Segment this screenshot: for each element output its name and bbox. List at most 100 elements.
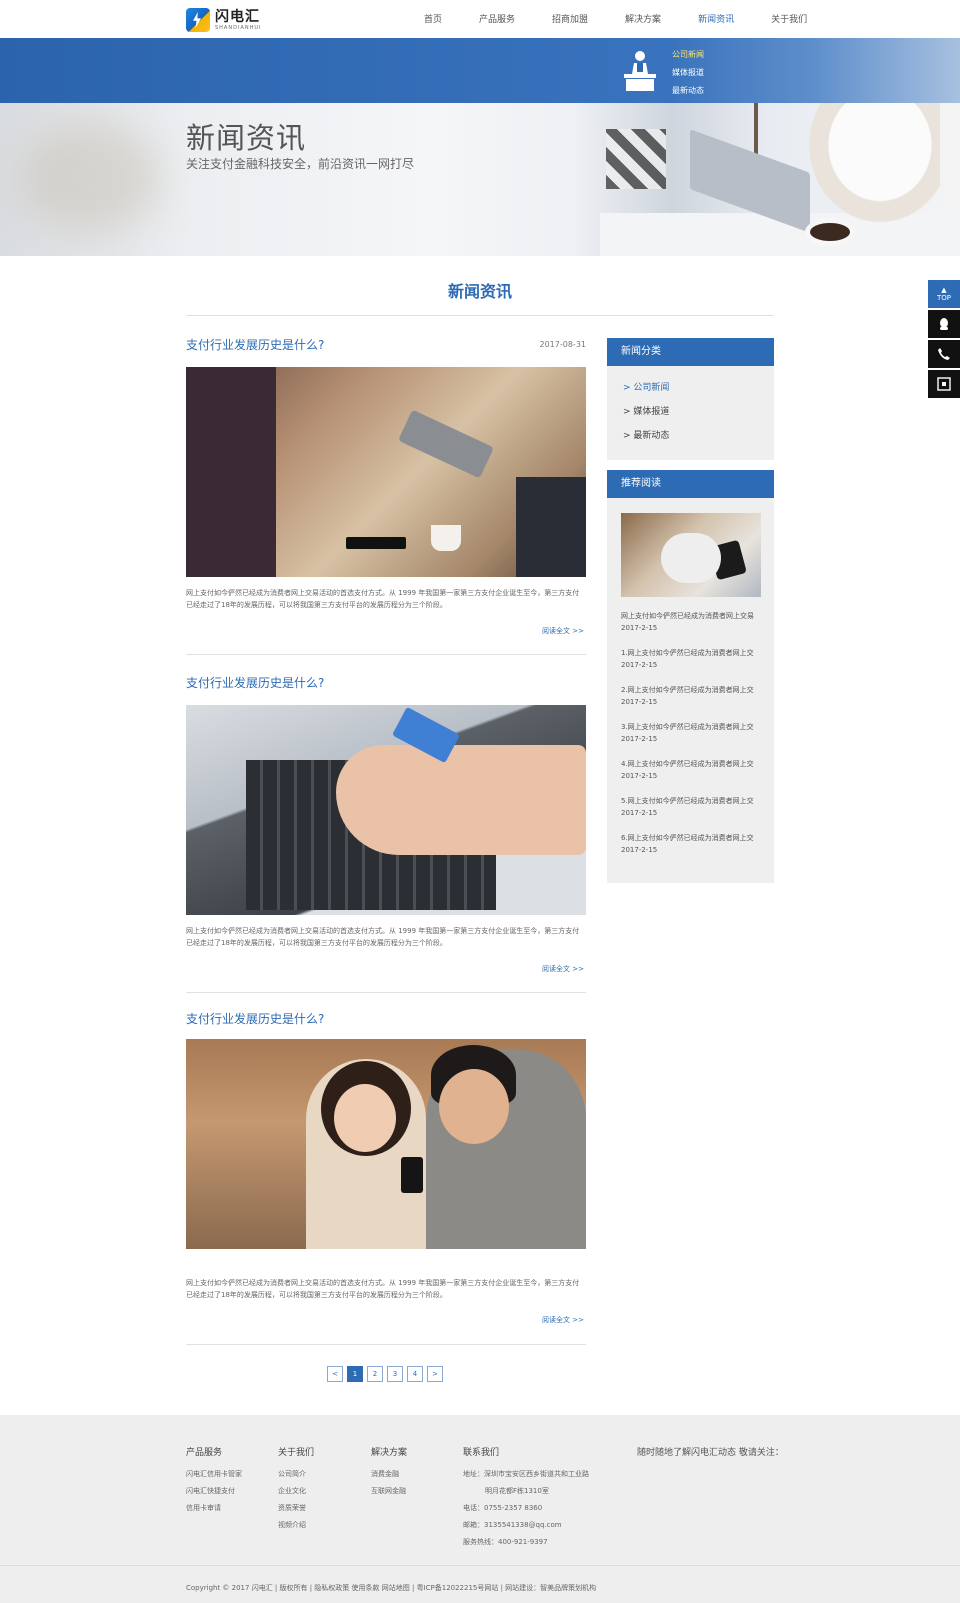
qrcode-icon bbox=[937, 377, 951, 391]
article-summary: 网上支付如今俨然已经成为消费者网上交易活动的首选支付方式。从 1999 年我国第… bbox=[186, 927, 580, 947]
footer-link[interactable]: 闪电汇信用卡管家 bbox=[186, 1466, 242, 1483]
divider bbox=[0, 1565, 960, 1566]
sub-nav-menu: 公司新闻 媒体报道 最新动态 bbox=[672, 46, 704, 100]
nav-about[interactable]: 关于我们 bbox=[771, 12, 807, 25]
nav-home[interactable]: 首页 bbox=[424, 12, 442, 25]
footer-solutions: 解决方案 消费金融 互联网金融 bbox=[371, 1445, 407, 1500]
page-2-button[interactable]: 2 bbox=[367, 1366, 383, 1382]
article-title[interactable]: 支付行业发展历史是什么? bbox=[186, 336, 586, 353]
hero-coffee-cup-image bbox=[810, 223, 850, 241]
section-title: 新闻资讯 bbox=[447, 282, 512, 301]
recommend-item[interactable]: 1.网上支付如今俨然已经成为消费者网上交 2017-2-15 bbox=[607, 647, 774, 671]
qq-icon bbox=[940, 318, 948, 330]
top-header: 闪电汇 SHANDIANHUI 首页 产品服务 招商加盟 解决方案 新闻资讯 关… bbox=[0, 0, 960, 38]
phone-image bbox=[401, 1157, 423, 1193]
contact-address-line2: 明月花都F栋1310室 bbox=[485, 1487, 549, 1495]
main-nav: 首页 产品服务 招商加盟 解决方案 新闻资讯 关于我们 bbox=[424, 12, 807, 25]
brand-name: 闪电汇 bbox=[215, 8, 260, 25]
subnav-company-news[interactable]: 公司新闻 bbox=[672, 46, 704, 64]
footer-heading: 解决方案 bbox=[371, 1448, 408, 1458]
page-4-button[interactable]: 4 bbox=[407, 1366, 423, 1382]
recommend-item[interactable]: 6.网上支付如今俨然已经成为消费者网上交 2017-2-15 bbox=[607, 832, 774, 856]
article-card: 支付行业发展历史是什么? 网上支付如今俨然已经成为消费者网上交易活动的首选支付方… bbox=[186, 1010, 586, 1345]
sidebar-heading: 新闻分类 bbox=[607, 338, 774, 366]
recommend-item[interactable]: 2.网上支付如今俨然已经成为消费者网上交 2017-2-15 bbox=[607, 684, 774, 708]
subnav-latest[interactable]: 最新动态 bbox=[672, 82, 704, 100]
divider bbox=[186, 992, 586, 993]
recommend-thumbnail-image[interactable] bbox=[621, 513, 761, 597]
article-summary: 网上支付如今俨然已经成为消费者网上交易活动的首选支付方式。从 1999 年我国第… bbox=[186, 1279, 580, 1299]
article-date: 2017-08-31 bbox=[539, 340, 587, 349]
sidebar-heading: 推荐阅读 bbox=[607, 470, 774, 498]
page: 闪电汇 SHANDIANHUI 首页 产品服务 招商加盟 解决方案 新闻资讯 关… bbox=[0, 0, 960, 1603]
nav-news[interactable]: 新闻资讯 bbox=[698, 12, 734, 25]
lightning-logo-icon bbox=[186, 8, 210, 32]
follow-text: 随时随地了解闪电汇动态 敬请关注： bbox=[637, 1448, 784, 1458]
pagination: < 1 2 3 4 > bbox=[327, 1366, 447, 1382]
phone-button[interactable] bbox=[928, 340, 960, 368]
article-title[interactable]: 支付行业发展历史是什么? bbox=[186, 1010, 586, 1027]
footer-link[interactable]: 消费金融 bbox=[371, 1466, 407, 1483]
article-title[interactable]: 支付行业发展历史是什么? bbox=[186, 674, 586, 691]
footer-heading: 产品服务 bbox=[186, 1448, 223, 1458]
nav-franchise[interactable]: 招商加盟 bbox=[552, 12, 588, 25]
hero-woman-image bbox=[790, 103, 940, 243]
phone-image bbox=[346, 537, 406, 549]
logo[interactable]: 闪电汇 SHANDIANHUI bbox=[186, 8, 261, 32]
category-latest[interactable]: > 最新动态 bbox=[607, 424, 774, 448]
footer-products: 产品服务 闪电汇信用卡管家 闪电汇快捷支付 信用卡审请 bbox=[186, 1445, 242, 1517]
nav-products[interactable]: 产品服务 bbox=[479, 12, 515, 25]
contact-email[interactable]: 邮箱：3135541338@qq.com bbox=[463, 1517, 589, 1534]
contact-phone: 电话：0755-2357 8360 bbox=[463, 1504, 543, 1512]
copyright: Copyright © 2017 闪电汇 | 版权所有 | 隐私权政策 使用条款… bbox=[186, 1584, 597, 1592]
read-more-link[interactable]: 阅读全文 >> bbox=[542, 964, 584, 974]
read-more-link[interactable]: 阅读全文 >> bbox=[542, 626, 584, 636]
recommend-item[interactable]: 4.网上支付如今俨然已经成为消费者网上交 2017-2-15 bbox=[607, 758, 774, 782]
recommend-item[interactable]: 网上支付如今俨然已经成为消费者网上交易 2017-2-15 bbox=[607, 610, 774, 634]
page-next-button[interactable]: > bbox=[427, 1366, 443, 1382]
footer-heading: 关于我们 bbox=[278, 1448, 315, 1458]
sidebar-recommended: 推荐阅读 网上支付如今俨然已经成为消费者网上交易 2017-2-15 1.网上支付… bbox=[607, 470, 774, 883]
page-3-button[interactable]: 3 bbox=[387, 1366, 403, 1382]
hero-title: 新闻资讯 bbox=[186, 121, 307, 155]
subnav-media[interactable]: 媒体报道 bbox=[672, 64, 704, 82]
qrcode-button[interactable] bbox=[928, 370, 960, 398]
footer-link[interactable]: 企业文化 bbox=[278, 1483, 314, 1500]
footer-heading: 联系我们 bbox=[463, 1448, 500, 1458]
hero-banner: 新闻资讯 关注支付金融科技安全，前沿资讯一网打尽 bbox=[0, 103, 960, 256]
footer-link[interactable]: 资质荣誉 bbox=[278, 1500, 314, 1517]
footer-link[interactable]: 视频介绍 bbox=[278, 1517, 314, 1534]
brand-sub: SHANDIANHUI bbox=[215, 24, 262, 31]
nav-solutions[interactable]: 解决方案 bbox=[625, 12, 661, 25]
article-image-card-payment[interactable] bbox=[186, 367, 586, 577]
qq-button[interactable] bbox=[928, 310, 960, 338]
footer-link[interactable]: 公司简介 bbox=[278, 1466, 314, 1483]
category-company-news[interactable]: > 公司新闻 bbox=[607, 376, 774, 400]
phone-icon bbox=[938, 348, 950, 360]
contact-hotline: 服务热线：400-921-9397 bbox=[463, 1538, 548, 1546]
hand-image bbox=[336, 745, 586, 855]
page-1-button[interactable]: 1 bbox=[347, 1366, 363, 1382]
article-card: 支付行业发展历史是什么? 网上支付如今俨然已经成为消费者网上交易活动的首选支付方… bbox=[186, 674, 586, 993]
article-card: 支付行业发展历史是什么? 2017-08-31 网上支付如今俨然已经成为消费者网… bbox=[186, 336, 587, 655]
read-more-link[interactable]: 阅读全文 >> bbox=[542, 1315, 584, 1325]
divider bbox=[186, 654, 586, 655]
footer-link[interactable]: 闪电汇快捷支付 bbox=[186, 1483, 242, 1500]
footer-link[interactable]: 信用卡审请 bbox=[186, 1500, 242, 1517]
footer-link[interactable]: 互联网金融 bbox=[371, 1483, 407, 1500]
recommend-item[interactable]: 5.网上支付如今俨然已经成为消费者网上交 2017-2-15 bbox=[607, 795, 774, 819]
sub-nav-bar: 公司新闻 媒体报道 最新动态 bbox=[0, 38, 960, 103]
pos-terminal-image bbox=[398, 409, 494, 479]
recommend-item[interactable]: 3.网上支付如今俨然已经成为消费者网上交 2017-2-15 bbox=[607, 721, 774, 745]
sidebar-categories: 新闻分类 > 公司新闻 > 媒体报道 > 最新动态 bbox=[607, 338, 774, 460]
contact-address: 地址：深圳市宝安区西乡街道共和工业路 bbox=[463, 1470, 589, 1478]
divider bbox=[186, 1344, 586, 1345]
page-prev-button[interactable]: < bbox=[327, 1366, 343, 1382]
divider bbox=[186, 315, 774, 316]
article-image-laptop-card[interactable] bbox=[186, 705, 586, 915]
reporter-podium-icon bbox=[624, 51, 656, 91]
category-media[interactable]: > 媒体报道 bbox=[607, 400, 774, 424]
cup-image bbox=[431, 525, 461, 551]
article-image-couple-phone[interactable] bbox=[186, 1039, 586, 1249]
article-summary: 网上支付如今俨然已经成为消费者网上交易活动的首选支付方式。从 1999 年我国第… bbox=[186, 589, 580, 609]
